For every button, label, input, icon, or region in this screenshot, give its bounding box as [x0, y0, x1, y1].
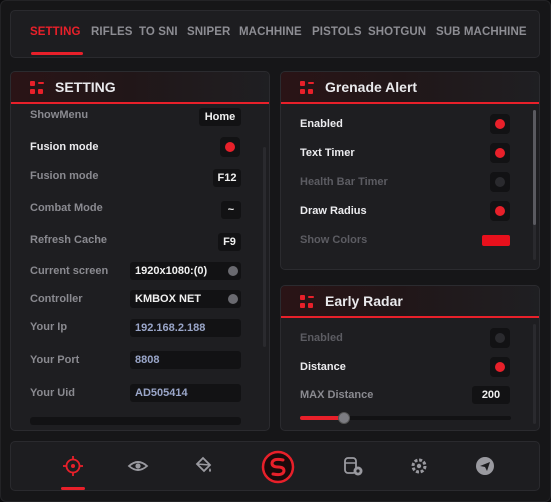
tab-machine[interactable]: MACHHINE [239, 26, 302, 38]
current-screen-indicator [228, 266, 238, 276]
setting-scrollbar[interactable] [263, 147, 266, 347]
your-port-input[interactable]: 8808 [130, 351, 241, 369]
gear-icon[interactable] [408, 455, 430, 477]
current-screen-select[interactable]: 1920x1080:(0) [130, 262, 241, 280]
text-timer-checkbox[interactable] [490, 143, 510, 163]
unchecked-indicator [495, 177, 505, 187]
controller-select[interactable]: KMBOX NET [130, 290, 241, 308]
setting-panel: SETTING ShowMenu Home Fusion mode Fusion… [10, 71, 270, 431]
setting-panel-title: SETTING [55, 79, 116, 95]
checked-indicator [495, 148, 505, 158]
controller-indicator [228, 294, 238, 304]
active-tab-indicator [31, 52, 83, 55]
grenade-enabled-checkbox[interactable] [490, 114, 510, 134]
fusion-mode-checkbox[interactable] [220, 137, 240, 157]
showmenu-label: ShowMenu [30, 109, 89, 121]
refresh-cache-label: Refresh Cache [30, 234, 108, 246]
your-port-label: Your Port [30, 354, 80, 366]
send-icon[interactable] [474, 455, 496, 477]
logo-icon[interactable] [261, 450, 295, 484]
showmenu-key[interactable]: Home [199, 108, 241, 126]
draw-radius-label: Draw Radius [300, 205, 367, 217]
text-timer-label: Text Timer [300, 147, 355, 159]
tab-sub-machine[interactable]: SUB MACHHINE [436, 26, 527, 38]
your-ip-label: Your Ip [30, 321, 68, 333]
max-distance-value: 200 [472, 386, 510, 404]
grid-icon [300, 295, 314, 309]
grenade-alert-header: Grenade Alert [281, 72, 539, 104]
tab-sniper[interactable]: SNIPER [187, 26, 230, 38]
fusion-mode-label: Fusion mode [30, 141, 99, 153]
grenade-alert-title: Grenade Alert [325, 79, 418, 95]
checked-indicator [495, 362, 505, 372]
early-radar-panel: Early Radar Enabled Distance MAX Distanc… [280, 285, 540, 431]
your-ip-input[interactable]: 192.168.2.188 [130, 319, 241, 337]
grenade-scrollbar-thumb[interactable] [533, 110, 536, 225]
early-radar-header: Early Radar [281, 286, 539, 318]
bottom-nav-bar [10, 441, 540, 491]
grenade-alert-panel: Grenade Alert Enabled Text Timer Health … [280, 71, 540, 270]
tab-rifles[interactable]: RIFLES [91, 26, 133, 38]
early-radar-title: Early Radar [325, 293, 403, 309]
radar-enabled-label: Enabled [300, 332, 343, 344]
active-nav-indicator [61, 487, 85, 490]
fusion-mode-key[interactable]: F12 [213, 169, 241, 187]
checked-indicator [495, 206, 505, 216]
distance-checkbox[interactable] [490, 357, 510, 377]
checked-indicator [225, 142, 235, 152]
current-screen-value: 1920x1080:(0) [135, 265, 208, 277]
show-colors-label: Show Colors [300, 234, 368, 246]
combat-mode-key[interactable]: ~ [221, 201, 241, 219]
tab-to-sniper[interactable]: TO SNI [139, 26, 178, 38]
max-distance-label: MAX Distance [300, 389, 374, 401]
refresh-cache-key[interactable]: F9 [218, 233, 241, 251]
grid-icon [300, 81, 314, 95]
your-uid-input[interactable]: AD505414 [130, 384, 241, 402]
max-distance-slider-knob[interactable] [338, 412, 351, 424]
app-window: SETTING RIFLES TO SNI SNIPER MACHHINE PI… [0, 0, 551, 502]
current-screen-label: Current screen [30, 265, 109, 277]
your-uid-label: Your Uid [30, 387, 76, 399]
car-settings-icon[interactable] [342, 455, 364, 477]
health-bar-timer-checkbox[interactable] [490, 172, 510, 192]
grid-icon [30, 81, 44, 95]
paint-bucket-icon[interactable] [192, 455, 214, 477]
top-tab-bar: SETTING RIFLES TO SNI SNIPER MACHHINE PI… [10, 10, 540, 58]
tab-pistols[interactable]: PISTOLS [312, 26, 362, 38]
combat-mode-label: Combat Mode [30, 202, 103, 214]
next-row-partial [30, 417, 241, 425]
setting-panel-header: SETTING [11, 72, 269, 104]
draw-radius-checkbox[interactable] [490, 201, 510, 221]
crosshair-icon[interactable] [62, 455, 84, 477]
grenade-enabled-label: Enabled [300, 118, 343, 130]
distance-label: Distance [300, 361, 346, 373]
controller-value: KMBOX NET [135, 293, 201, 305]
controller-label: Controller [30, 293, 83, 305]
fusion-mode-key-label: Fusion mode [30, 170, 99, 182]
tab-setting[interactable]: SETTING [30, 26, 81, 38]
eye-icon[interactable] [127, 455, 149, 477]
unchecked-indicator [495, 333, 505, 343]
radar-scrollbar[interactable] [533, 324, 536, 424]
health-bar-timer-label: Health Bar Timer [300, 176, 388, 188]
tab-shotgun[interactable]: SHOTGUN [368, 26, 426, 38]
checked-indicator [495, 119, 505, 129]
show-colors-swatch[interactable] [482, 235, 510, 246]
radar-enabled-checkbox[interactable] [490, 328, 510, 348]
